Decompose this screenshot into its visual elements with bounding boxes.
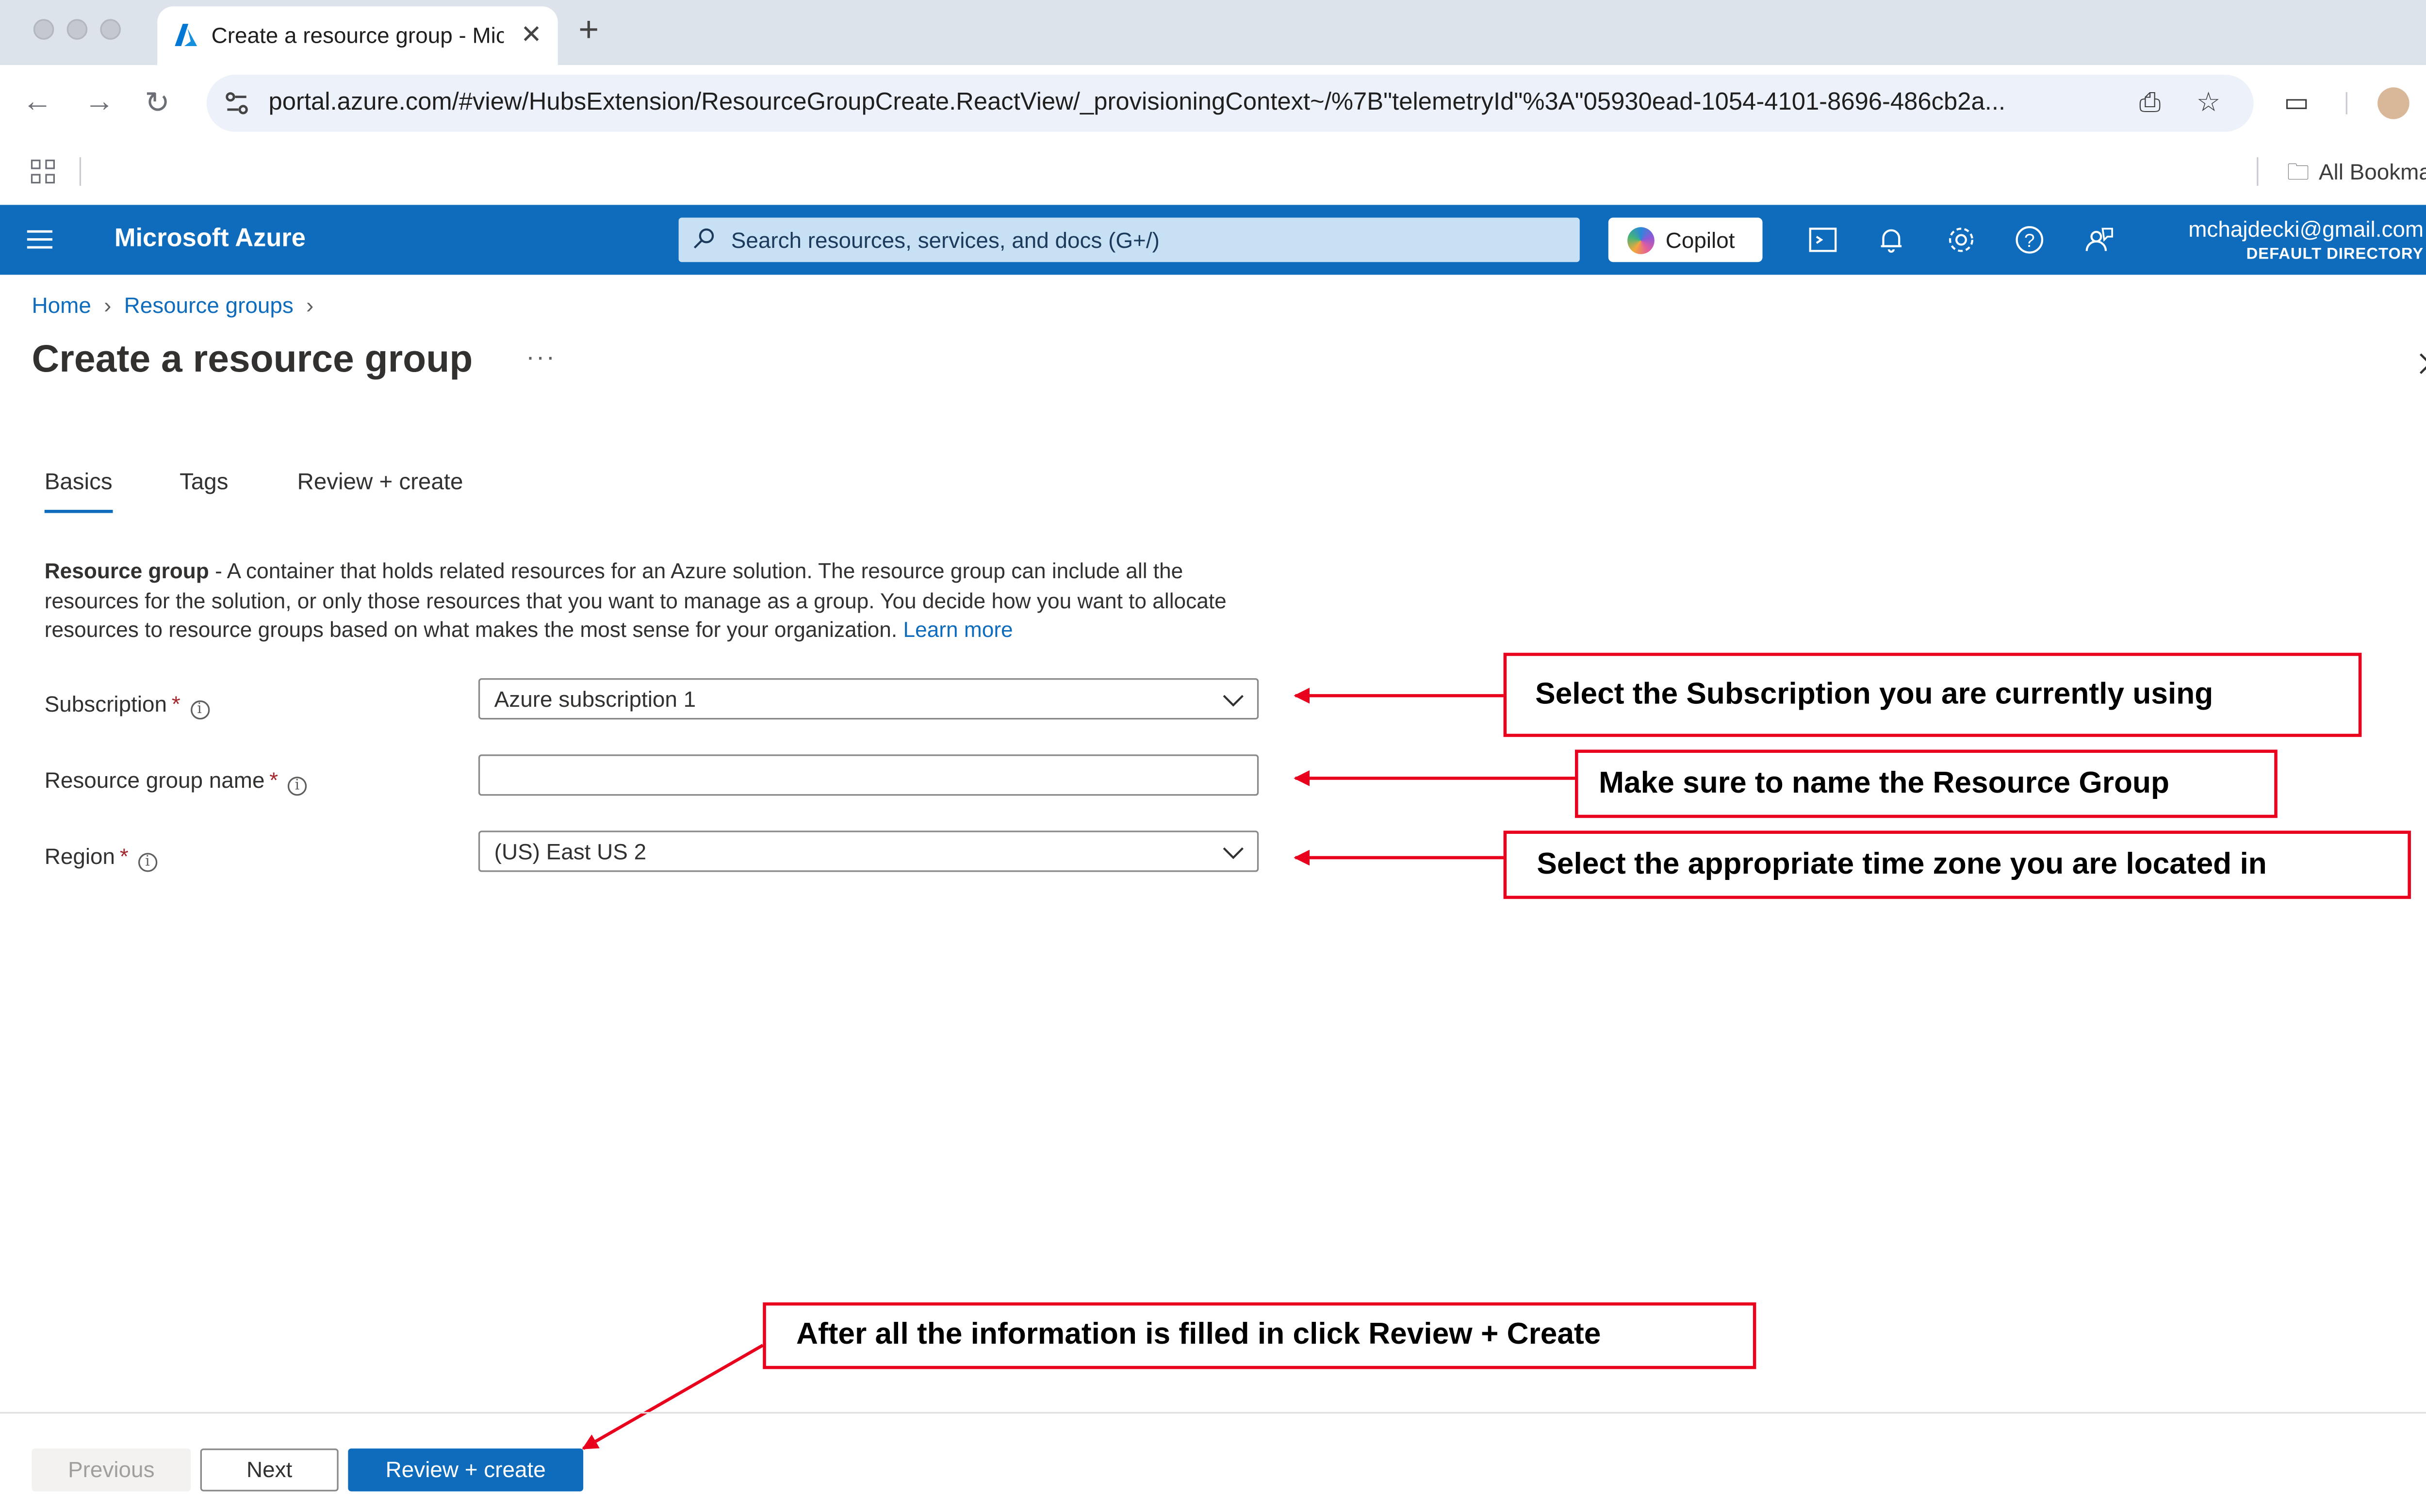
region-label: Region * i: [45, 844, 157, 872]
apps-grid-icon[interactable]: [30, 159, 55, 184]
profile-avatar-icon[interactable]: [2377, 87, 2410, 119]
active-tab-indicator: [44, 510, 113, 513]
search-icon: [693, 228, 714, 249]
all-bookmarks-button[interactable]: 🗀 All Bookmarks: [2287, 156, 2426, 194]
bookmarks-divider: [79, 157, 82, 186]
toolbar-divider: [2345, 92, 2347, 114]
review-create-button[interactable]: Review + create: [348, 1448, 584, 1492]
forward-icon[interactable]: →: [84, 86, 115, 121]
info-icon[interactable]: i: [287, 777, 307, 796]
browser-tab-title: Create a resource group - Mic: [211, 22, 504, 48]
account-email[interactable]: mchajdecki@gmail.com: [2188, 216, 2424, 241]
learn-more-link[interactable]: Learn more: [903, 618, 1013, 642]
subscription-label-text: Subscription: [44, 691, 167, 716]
svg-text:?: ?: [2024, 230, 2035, 251]
bookmark-star-icon[interactable]: ☆: [2197, 87, 2221, 119]
required-marker: *: [119, 843, 129, 869]
window-close-button[interactable]: [33, 19, 54, 40]
search-placeholder: Search resources, services, and docs (G+…: [731, 227, 1160, 253]
chevron-down-icon: [1223, 695, 1244, 707]
new-tab-icon[interactable]: +: [578, 10, 599, 51]
chevron-right-icon: ›: [306, 292, 314, 318]
description-text: - A container that holds related resourc…: [44, 559, 1227, 642]
more-options-icon[interactable]: ···: [526, 345, 556, 374]
cloud-shell-icon[interactable]: [1807, 224, 1839, 256]
back-icon[interactable]: ←: [22, 86, 52, 121]
resource-group-name-label: Resource group name * i: [45, 767, 307, 796]
address-bar[interactable]: portal.azure.com/#view/HubsExtension/Res…: [206, 74, 2254, 132]
browser-tab[interactable]: Create a resource group - Mic ✕: [157, 6, 558, 65]
folder-icon: 🗀: [2287, 159, 2310, 184]
close-icon[interactable]: [2416, 349, 2426, 378]
browser-tab-strip: Create a resource group - Mic ✕ +: [0, 0, 2426, 65]
feedback-icon[interactable]: [2083, 224, 2115, 256]
copilot-button[interactable]: Copilot: [1608, 217, 1763, 262]
region-label-text: Region: [44, 843, 115, 869]
window-maximize-button[interactable]: [100, 19, 121, 40]
notifications-icon[interactable]: [1875, 224, 1907, 256]
required-marker: *: [171, 691, 180, 716]
breadcrumb-resource-groups[interactable]: Resource groups: [124, 292, 294, 317]
all-bookmarks-label: All Bookmarks: [2318, 159, 2426, 184]
azure-top-bar: Microsoft Azure Search resources, servic…: [0, 205, 2426, 275]
info-icon[interactable]: i: [190, 700, 209, 720]
url-text: portal.azure.com/#view/HubsExtension/Res…: [268, 89, 2006, 116]
breadcrumb-home[interactable]: Home: [32, 292, 91, 317]
annotation-subscription: Select the Subscription you are currentl…: [1503, 652, 2362, 737]
tab-basics[interactable]: Basics: [45, 470, 113, 495]
help-icon[interactable]: ?: [2014, 224, 2046, 256]
install-app-icon[interactable]: ⎙: [2139, 87, 2161, 119]
region-value: (US) East US 2: [494, 838, 647, 864]
tab-review-create[interactable]: Review + create: [297, 470, 463, 495]
region-dropdown[interactable]: (US) East US 2: [478, 830, 1259, 872]
subscription-label: Subscription * i: [44, 691, 209, 720]
global-search-input[interactable]: Search resources, services, and docs (G+…: [678, 217, 1580, 262]
close-tab-icon[interactable]: ✕: [521, 19, 542, 50]
subscription-dropdown[interactable]: Azure subscription 1: [478, 678, 1259, 720]
portal-menu-icon[interactable]: [27, 228, 53, 251]
tab-tags[interactable]: Tags: [180, 470, 228, 495]
arrow-to-review-create: [582, 1344, 764, 1450]
subscription-value: Azure subscription 1: [494, 686, 696, 712]
chevron-right-icon: ›: [104, 292, 112, 318]
screenshot-root: Create a resource group - Mic ✕ + ← → ↻ …: [0, 0, 2426, 1512]
search-tabs-icon[interactable]: ▭: [2284, 87, 2310, 119]
page-title: Create a resource group: [32, 338, 473, 381]
previous-button[interactable]: Previous: [32, 1448, 191, 1492]
chevron-down-icon: [1223, 847, 1244, 860]
resource-group-name-label-text: Resource group name: [44, 767, 265, 793]
required-marker: *: [269, 767, 279, 793]
description-term: Resource group: [44, 559, 209, 583]
copilot-label: Copilot: [1665, 227, 1735, 253]
bookmarks-divider: [2257, 157, 2259, 186]
settings-gear-icon[interactable]: [1945, 224, 1977, 256]
browser-toolbar: ← → ↻ portal.azure.com/#view/HubsExtensi…: [0, 65, 2426, 142]
azure-favicon-icon: [175, 24, 197, 46]
resource-group-description: Resource group - A container that holds …: [45, 557, 1252, 646]
bookmarks-bar: 🗀 All Bookmarks: [0, 141, 2426, 205]
site-settings-icon[interactable]: [223, 89, 251, 117]
footer-divider: [0, 1412, 2426, 1414]
reload-icon[interactable]: ↻: [145, 86, 170, 122]
next-button[interactable]: Next: [200, 1448, 339, 1492]
annotation-name: Make sure to name the Resource Group: [1575, 749, 2278, 818]
annotation-region: Select the appropriate time zone you are…: [1503, 830, 2411, 899]
resource-group-name-input[interactable]: [478, 754, 1259, 796]
azure-brand[interactable]: Microsoft Azure: [115, 226, 306, 254]
account-directory: DEFAULT DIRECTORY: [2246, 246, 2424, 264]
breadcrumb: Home › Resource groups ›: [32, 292, 327, 317]
annotation-review: After all the information is filled in c…: [763, 1302, 1756, 1369]
copilot-icon: [1627, 227, 1655, 254]
window-minimize-button[interactable]: [66, 19, 88, 40]
info-icon[interactable]: i: [138, 853, 157, 872]
